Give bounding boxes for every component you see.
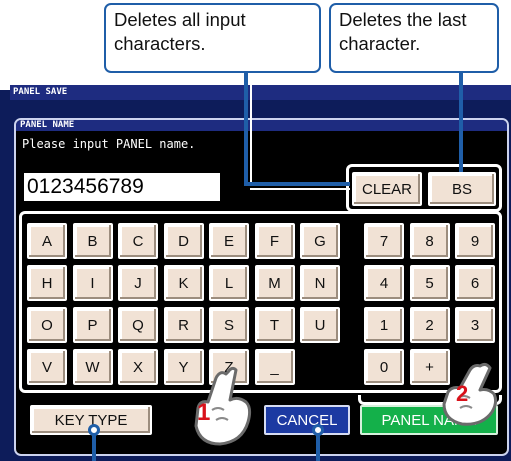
bs-description-callout: Deletes the last character. (329, 3, 499, 73)
step-1-number: 1 (197, 399, 211, 426)
leader-dot (312, 424, 324, 436)
leader-line (244, 73, 248, 186)
clear-description-callout: Deletes all input characters. (104, 3, 321, 73)
edit-keys-highlight (346, 164, 502, 212)
leader-line (244, 182, 350, 186)
keyboard-highlight (19, 211, 502, 393)
dialog-title-bar: PANEL NAME (16, 120, 507, 131)
bs-description-text: Deletes the last character. (339, 9, 467, 54)
window-title-bar: PANEL SAVE (10, 85, 511, 100)
clear-description-text: Deletes all input characters. (114, 9, 246, 54)
leader-dot (88, 424, 100, 436)
step-2-number: 2 (456, 381, 469, 406)
leader-line (250, 188, 350, 190)
name-input-field[interactable]: 0123456789 (24, 173, 220, 201)
leader-line (250, 73, 252, 182)
cancel-button[interactable]: CANCEL (264, 405, 350, 435)
dialog-title: PANEL NAME (20, 120, 75, 130)
window-title: PANEL SAVE (13, 87, 68, 97)
input-prompt: Please input PANEL name. (22, 137, 196, 151)
leader-line (459, 73, 463, 172)
